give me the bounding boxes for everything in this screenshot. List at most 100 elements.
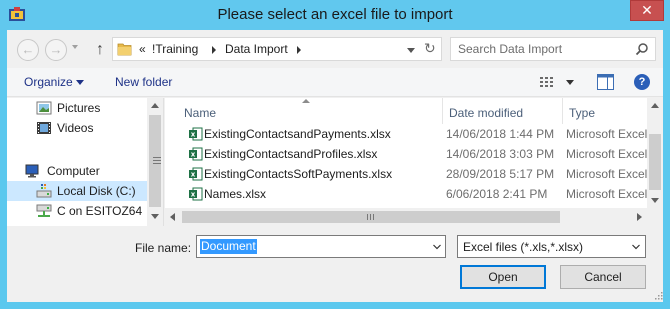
address-history-dropdown-icon[interactable] — [407, 48, 415, 53]
recent-locations-dropdown-icon[interactable] — [72, 45, 78, 49]
column-header-label: Type — [569, 106, 596, 120]
breadcrumb-overflow[interactable]: « — [139, 42, 146, 56]
command-toolbar: Organize New folder ? — [7, 68, 663, 97]
nav-item-computer[interactable]: Computer — [7, 161, 147, 181]
videos-icon — [37, 122, 51, 134]
window-title: Please select an excel file to import — [217, 6, 453, 23]
nav-item-label: C on ESITOZ64 — [57, 204, 143, 218]
file-date-cell: 28/09/2018 5:17 PM — [446, 167, 555, 181]
grip-icon — [153, 157, 161, 158]
file-row[interactable]: x ExistingContactsandProfiles.xlsx 14/06… — [165, 144, 663, 164]
file-list-horizontal-scrollbar[interactable] — [165, 208, 647, 226]
breadcrumb-data-import[interactable]: Data Import — [225, 42, 288, 56]
nav-item-local-disk[interactable]: Local Disk (C:) — [7, 181, 147, 201]
close-button[interactable]: ✕ — [630, 0, 664, 21]
help-icon[interactable]: ? — [634, 74, 650, 90]
organize-button[interactable]: Organize — [24, 75, 73, 89]
search-icon[interactable] — [635, 42, 649, 56]
file-name-combobox[interactable]: Document — [196, 235, 446, 258]
scroll-right-icon[interactable] — [637, 213, 642, 221]
file-name-input[interactable]: Document — [200, 239, 257, 254]
forward-arrow-icon: → — [49, 42, 63, 57]
svg-text:x: x — [191, 191, 196, 199]
file-list: Name Date modified Type x ExistingContac… — [165, 98, 663, 226]
nav-item-pictures[interactable]: Pictures — [7, 98, 147, 118]
refresh-icon[interactable]: ↻ — [424, 40, 440, 58]
file-type-cell: Microsoft Excel W — [566, 147, 656, 161]
grip-icon — [153, 160, 161, 161]
scroll-down-icon[interactable] — [651, 198, 659, 203]
nav-item-label: Videos — [57, 121, 94, 135]
forward-button[interactable]: → — [45, 39, 67, 61]
title-bar: Please select an excel file to import ✕ — [0, 0, 670, 30]
scrollbar-thumb[interactable] — [149, 115, 161, 207]
file-date-cell: 14/06/2018 3:03 PM — [446, 147, 555, 161]
scroll-up-icon[interactable] — [151, 103, 159, 108]
excel-file-icon: x — [189, 147, 203, 161]
up-arrow-icon: ↑ — [96, 41, 104, 58]
grip-icon — [367, 214, 368, 220]
grip-icon — [370, 214, 371, 220]
computer-icon — [25, 164, 39, 178]
chevron-down-icon[interactable] — [632, 244, 640, 250]
preview-pane-icon[interactable] — [597, 74, 614, 90]
new-folder-button[interactable]: New folder — [115, 75, 172, 89]
file-name-cell: Names.xlsx — [204, 187, 267, 201]
scroll-up-icon[interactable] — [651, 103, 659, 108]
view-options-dropdown-icon[interactable] — [566, 80, 574, 85]
column-header-label: Date modified — [449, 106, 524, 120]
sort-ascending-icon — [302, 99, 310, 103]
nav-item-network-drive[interactable]: C on ESITOZ64 — [7, 201, 147, 221]
file-type-cell: Microsoft Excel W — [566, 167, 656, 181]
file-type-value: Excel files (*.xls,*.xlsx) — [463, 240, 584, 254]
local-disk-icon — [36, 184, 52, 198]
excel-file-icon: x — [189, 167, 203, 181]
search-input[interactable] — [451, 38, 631, 60]
svg-text:x: x — [191, 151, 196, 159]
up-level-button[interactable]: ↑ — [91, 39, 109, 61]
open-button[interactable]: Open — [460, 265, 546, 289]
nav-item-label: Computer — [47, 164, 100, 178]
pictures-icon — [36, 101, 52, 115]
file-row[interactable]: x Names.xlsx 6/06/2018 2:41 PM Microsoft… — [165, 184, 663, 204]
nav-item-label: Local Disk (C:) — [57, 184, 136, 198]
back-button[interactable]: ← — [17, 39, 39, 61]
nav-item-videos[interactable]: Videos — [7, 118, 147, 138]
column-header-name[interactable]: Name — [165, 98, 443, 124]
file-date-cell: 6/06/2018 2:41 PM — [446, 187, 548, 201]
scroll-left-icon[interactable] — [170, 213, 175, 221]
breadcrumb-separator-icon[interactable] — [297, 46, 301, 54]
scrollbar-thumb[interactable] — [649, 134, 661, 190]
search-box — [450, 37, 656, 61]
file-name-cell: ExistingContactsandPayments.xlsx — [204, 127, 391, 141]
breadcrumb-separator-icon[interactable] — [212, 46, 216, 54]
file-name-cell: ExistingContactsandProfiles.xlsx — [204, 147, 378, 161]
organize-dropdown-icon[interactable] — [76, 80, 84, 85]
file-row[interactable]: x ExistingContactsandPayments.xlsx 14/06… — [165, 124, 663, 144]
close-icon: ✕ — [641, 2, 653, 18]
file-name-cell: ExistingContactsSoftPayments.xlsx — [204, 167, 393, 181]
breadcrumb-training[interactable]: !Training — [152, 42, 198, 56]
file-type-select[interactable]: Excel files (*.xls,*.xlsx) — [457, 235, 646, 258]
folder-icon — [117, 43, 132, 56]
network-drive-icon — [36, 204, 52, 217]
file-list-vertical-scrollbar[interactable] — [647, 98, 663, 226]
navigation-pane-scrollbar[interactable] — [147, 98, 163, 226]
cancel-button[interactable]: Cancel — [560, 265, 646, 289]
file-row[interactable]: x ExistingContactsSoftPayments.xlsx 28/0… — [165, 164, 663, 184]
resize-grip-icon[interactable] — [655, 292, 663, 300]
change-view-icon[interactable] — [540, 76, 556, 89]
svg-text:x: x — [191, 171, 196, 179]
column-header-date-modified[interactable]: Date modified — [443, 98, 563, 124]
grip-icon — [373, 214, 374, 220]
scrollbar-corner — [647, 208, 663, 226]
chevron-down-icon[interactable] — [433, 244, 441, 250]
navigation-pane: Pictures Videos Computer Local Disk (C:)… — [7, 98, 164, 226]
scroll-down-icon[interactable] — [151, 214, 159, 219]
file-name-label: File name: — [135, 241, 192, 255]
excel-file-icon: x — [189, 127, 203, 141]
scrollbar-thumb[interactable] — [182, 211, 560, 223]
file-type-cell: Microsoft Excel W — [566, 187, 656, 201]
column-header-label: Name — [184, 106, 217, 120]
address-bar[interactable]: « !Training Data Import ↻ — [112, 37, 442, 61]
